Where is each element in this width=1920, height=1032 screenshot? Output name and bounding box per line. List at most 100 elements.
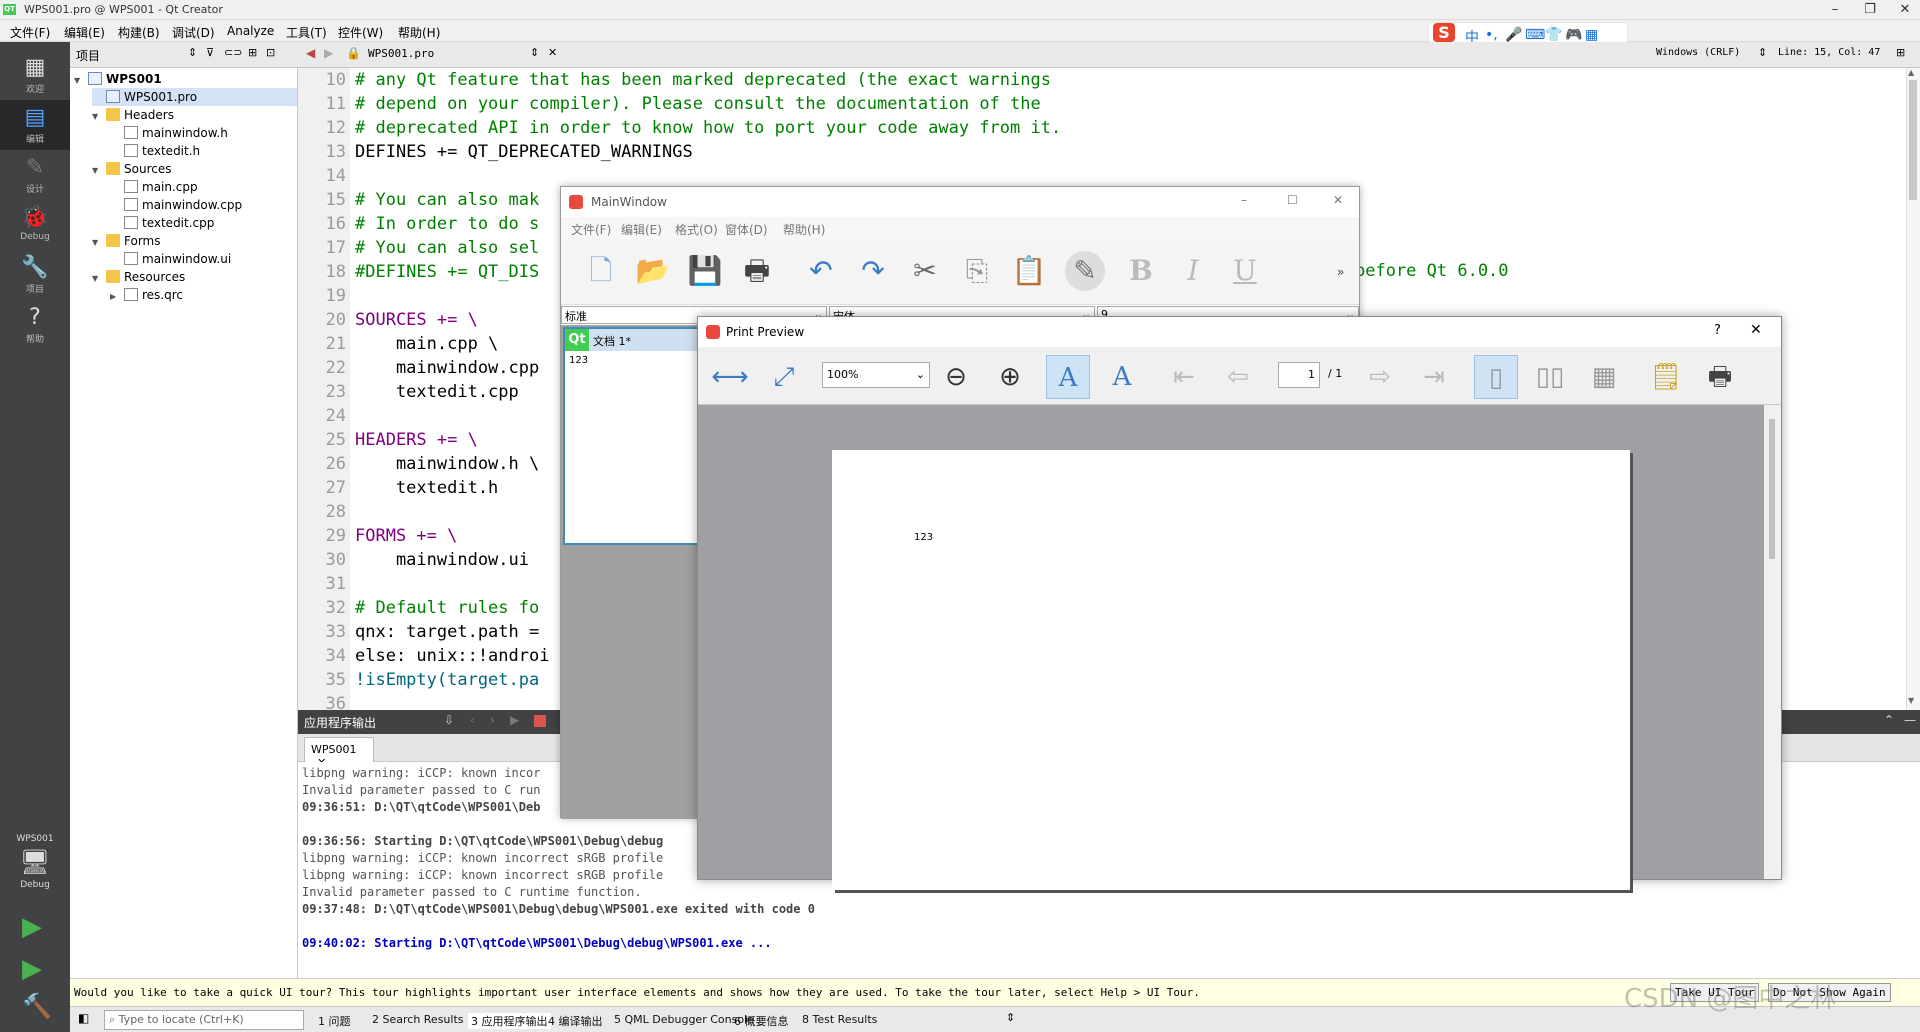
scroll-down-icon[interactable]: ▼ — [1908, 696, 1914, 705]
tree-folder[interactable]: ▼ Resources — [92, 268, 297, 286]
ime-item-icon[interactable]: 🎤 — [1505, 27, 1522, 43]
prev-icon[interactable]: ‹ — [470, 713, 475, 727]
fit-width-icon[interactable]: ⟷ — [708, 355, 752, 399]
last-page-icon[interactable]: ⇥ — [1412, 355, 1456, 399]
new-file-icon[interactable]: 🗋 — [581, 251, 621, 291]
mainwindow-menu-item[interactable]: 编辑(E) — [621, 221, 662, 238]
open-file-icon[interactable]: 📂 — [633, 251, 673, 291]
status-tab[interactable]: 5 QML Debugger Console — [614, 1013, 754, 1026]
prev-page-icon[interactable]: ⇦ — [1216, 355, 1260, 399]
forward-icon[interactable]: ▶ — [324, 46, 333, 60]
tree-file[interactable]: ▶ res.qrc — [110, 286, 297, 304]
run-button[interactable]: ▶ — [22, 912, 42, 942]
expand-arrow-icon[interactable]: ▼ — [74, 72, 88, 90]
print-icon[interactable]: 🖶 — [1698, 355, 1742, 399]
ime-item-icon[interactable]: ⌨ — [1525, 27, 1545, 43]
tree-file[interactable]: mainwindow.cpp — [110, 196, 297, 214]
sogou-logo-icon[interactable]: S — [1433, 23, 1455, 42]
link-icon[interactable]: ⊂⊃ — [224, 46, 242, 59]
menu-item[interactable]: Analyze — [227, 24, 274, 38]
ime-item-icon[interactable]: 🎮 — [1565, 27, 1582, 43]
help-button[interactable]: ? — [1714, 323, 1721, 338]
menu-item[interactable]: 编辑(E) — [64, 24, 105, 41]
fit-page-icon[interactable]: ⤢ — [762, 355, 806, 399]
tree-folder[interactable]: ▼ Forms — [92, 232, 297, 250]
menu-item[interactable]: 文件(F) — [10, 24, 50, 41]
ime-item-icon[interactable]: 👕 — [1545, 27, 1562, 43]
color-picker-icon[interactable]: ✎ — [1065, 251, 1105, 291]
all-pages-icon[interactable]: ▦ — [1582, 355, 1626, 399]
pane-selector-icon[interactable]: ⇕ — [188, 46, 197, 59]
close-output-icon[interactable]: — — [1904, 713, 1916, 727]
mainwindow-menu-item[interactable]: 格式(O) — [675, 221, 718, 238]
status-tab[interactable]: 2 Search Results — [372, 1013, 464, 1026]
zoom-combo[interactable]: 100% ⌄ — [822, 362, 930, 388]
menu-item[interactable]: 控件(W) — [338, 24, 383, 41]
maximize-pane-icon[interactable]: ⌃ — [1884, 713, 1894, 727]
expand-arrow-icon[interactable]: ▼ — [92, 162, 106, 180]
stop-icon[interactable] — [534, 715, 546, 727]
toolbar-overflow-icon[interactable]: » — [1337, 265, 1344, 279]
mainwindow-menu-item[interactable]: 窗体(D) — [725, 221, 768, 238]
mode-grid[interactable]: ▦ 欢迎 — [0, 50, 70, 100]
close-pane-icon[interactable]: ⊡ — [266, 46, 275, 59]
print-icon[interactable]: 🖶 — [737, 251, 777, 291]
landscape-icon[interactable]: A — [1100, 355, 1144, 399]
toggle-sidebar-icon[interactable]: ◧ — [78, 1011, 89, 1025]
tree-file[interactable]: mainwindow.ui — [110, 250, 297, 268]
mainwindow-maximize-icon[interactable]: ☐ — [1287, 193, 1298, 207]
next-page-icon[interactable]: ⇨ — [1358, 355, 1402, 399]
split-icon[interactable]: ⊞ — [248, 46, 257, 59]
page-number-input[interactable]: 1 — [1278, 362, 1320, 388]
zoom-in-icon[interactable]: ⊕ — [988, 355, 1032, 399]
scroll-up-icon[interactable]: ▲ — [1908, 68, 1914, 77]
collapse-arrow-icon[interactable]: ▶ — [110, 288, 124, 306]
tree-file[interactable]: textedit.h — [110, 142, 297, 160]
expand-arrow-icon[interactable]: ▼ — [92, 108, 106, 126]
build-hammer-icon[interactable]: 🔨 — [22, 992, 52, 1020]
single-page-icon[interactable]: ▯ — [1474, 355, 1518, 399]
menu-item[interactable]: 工具(T) — [286, 24, 327, 41]
status-tab[interactable]: 4 编译输出 — [548, 1013, 603, 1029]
expand-arrow-icon[interactable]: ▼ — [92, 270, 106, 288]
preview-area[interactable]: 123 — [698, 405, 1781, 890]
cut-icon[interactable]: ✂ — [905, 251, 945, 291]
line-ending-arrows-icon[interactable]: ⇕ — [1758, 46, 1767, 59]
preview-scrollbar[interactable] — [1764, 405, 1781, 879]
minimize-icon[interactable]: – — [1820, 2, 1850, 17]
next-icon[interactable]: › — [490, 713, 495, 727]
menu-item[interactable]: 构建(B) — [118, 24, 160, 41]
file-selector-arrows-icon[interactable]: ⇕ — [530, 46, 539, 59]
mainwindow-menu-item[interactable]: 帮助(H) — [783, 221, 825, 238]
status-tab[interactable]: 6 概要信息 — [734, 1013, 789, 1029]
redo-icon[interactable]: ↷ — [853, 251, 893, 291]
italic-icon[interactable]: I — [1173, 251, 1213, 291]
output-pane-selector-icon[interactable]: ⇕ — [1006, 1011, 1015, 1024]
mainwindow-close-icon[interactable]: ✕ — [1333, 193, 1343, 207]
editor-scrollbar[interactable]: ▲ ▼ — [1906, 68, 1920, 710]
mode-pen[interactable]: ✎ 设计 — [0, 150, 70, 200]
print-preview-close-icon[interactable]: ✕ — [1750, 322, 1762, 338]
line-ending-selector[interactable]: Windows (CRLF) — [1656, 47, 1740, 58]
back-icon[interactable]: ◀ — [306, 46, 315, 60]
status-tab[interactable]: 3 应用程序输出 — [468, 1013, 551, 1029]
tree-file[interactable]: WPS001.pro — [92, 88, 297, 106]
mode-wrench[interactable]: 🔧 项目 — [0, 250, 70, 300]
zoom-out-icon[interactable]: ⊖ — [934, 355, 978, 399]
mainwindow-minimize-icon[interactable]: – — [1241, 193, 1247, 207]
open-file-selector[interactable]: WPS001.pro — [368, 47, 434, 60]
first-page-icon[interactable]: ⇤ — [1162, 355, 1206, 399]
save-icon[interactable]: 💾 — [685, 251, 725, 291]
close-icon[interactable]: ✕ — [1890, 2, 1920, 17]
menu-item[interactable]: 调试(D) — [172, 24, 215, 41]
mainwindow-menu-item[interactable]: 文件(F) — [571, 221, 611, 238]
attach-icon[interactable]: ⇩ — [444, 713, 454, 727]
facing-pages-icon[interactable]: ▯▯ — [1528, 355, 1572, 399]
status-tab[interactable]: 8 Test Results — [802, 1013, 877, 1026]
output-tab-wps001[interactable]: WPS001 ✕ — [304, 737, 374, 769]
page-setup-icon[interactable]: 🗒 — [1644, 355, 1688, 399]
menu-item[interactable]: 帮助(H) — [398, 24, 440, 41]
copy-icon[interactable]: ⎘ — [957, 251, 997, 291]
tree-folder[interactable]: ▼ Headers — [92, 106, 297, 124]
expand-arrow-icon[interactable]: ▼ — [92, 234, 106, 252]
